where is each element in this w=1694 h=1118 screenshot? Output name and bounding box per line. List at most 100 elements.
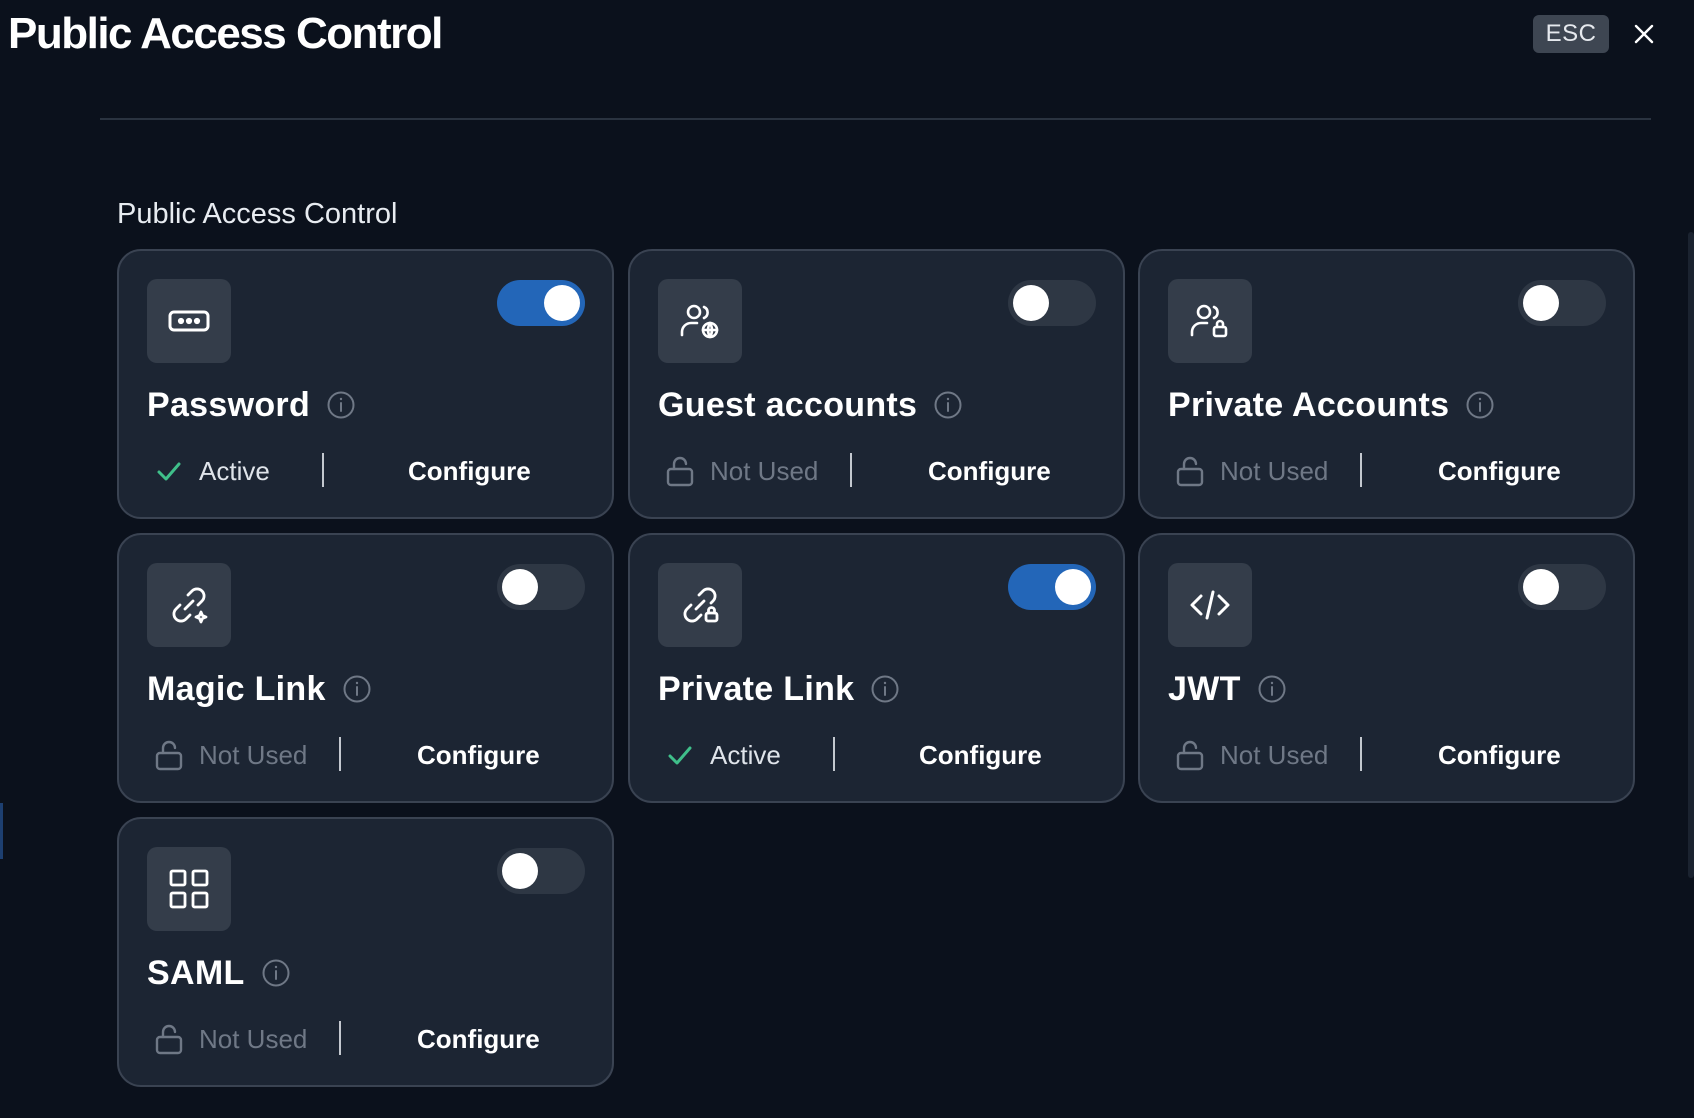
card-title: Guest accounts bbox=[658, 385, 963, 425]
info-icon[interactable] bbox=[342, 674, 372, 704]
status-separator bbox=[1360, 453, 1362, 487]
card-icon-tile bbox=[658, 563, 742, 647]
info-icon[interactable] bbox=[1257, 674, 1287, 704]
info-icon[interactable] bbox=[326, 390, 356, 420]
toggle-private-link[interactable] bbox=[1008, 564, 1096, 610]
page-title: Public Access Control bbox=[8, 9, 443, 58]
unlock-icon bbox=[1176, 740, 1204, 771]
card-name: JWT bbox=[1168, 670, 1241, 708]
configure-button[interactable]: Configure bbox=[417, 735, 540, 775]
status-active: Active bbox=[153, 451, 270, 491]
configure-button[interactable]: Configure bbox=[928, 451, 1051, 491]
auth-card-private-accounts: Private Accounts Not Used Configure bbox=[1138, 249, 1635, 519]
link-lock-icon bbox=[683, 587, 719, 623]
public-access-control-page: Public Access Control ESC Public Access … bbox=[0, 0, 1694, 1118]
status-label: Not Used bbox=[1220, 456, 1329, 486]
card-name: Private Accounts bbox=[1168, 386, 1450, 424]
status-label: Not Used bbox=[710, 456, 819, 486]
toggle-knob bbox=[1013, 285, 1049, 321]
auth-card-password: Password Active Configure bbox=[117, 249, 614, 519]
card-icon-tile bbox=[1168, 279, 1252, 363]
grid-icon bbox=[169, 869, 209, 909]
toggle-knob bbox=[502, 853, 538, 889]
configure-button[interactable]: Configure bbox=[1438, 451, 1561, 491]
status-not-used: Not Used bbox=[1174, 735, 1328, 775]
status-separator bbox=[339, 737, 341, 771]
toggle-knob bbox=[1523, 569, 1559, 605]
unlock-icon bbox=[155, 1024, 183, 1055]
info-icon[interactable] bbox=[870, 674, 900, 704]
card-title: Magic Link bbox=[147, 669, 372, 709]
unlock-icon bbox=[666, 456, 694, 487]
info-icon[interactable] bbox=[933, 390, 963, 420]
link-sparkle-icon bbox=[172, 587, 208, 624]
card-icon-tile bbox=[147, 847, 231, 931]
status-label: Not Used bbox=[199, 740, 308, 770]
toggle-saml[interactable] bbox=[497, 848, 585, 894]
card-name: Password bbox=[147, 386, 311, 424]
info-icon[interactable] bbox=[261, 958, 291, 988]
scrollbar[interactable] bbox=[1688, 232, 1694, 878]
unlock-icon bbox=[1176, 456, 1204, 487]
status-not-used: Not Used bbox=[1174, 451, 1328, 491]
left-edge-accent bbox=[0, 803, 3, 859]
status-separator bbox=[322, 453, 324, 487]
toggle-guest-accounts[interactable] bbox=[1008, 280, 1096, 326]
status-not-used: Not Used bbox=[664, 451, 818, 491]
status-not-used: Not Used bbox=[153, 735, 307, 775]
check-icon bbox=[157, 462, 181, 481]
card-title: Private Link bbox=[658, 669, 900, 709]
configure-button[interactable]: Configure bbox=[417, 1019, 540, 1059]
auth-card-magic-link: Magic Link Not Used Configure bbox=[117, 533, 614, 803]
card-title: Password bbox=[147, 385, 356, 425]
configure-button[interactable]: Configure bbox=[408, 451, 531, 491]
unlock-icon bbox=[155, 740, 183, 771]
status-label: Not Used bbox=[1220, 740, 1329, 770]
status-label: Not Used bbox=[199, 1024, 308, 1054]
toggle-knob bbox=[544, 285, 580, 321]
auth-card-saml: SAML Not Used Configure bbox=[117, 817, 614, 1087]
code-icon bbox=[1190, 590, 1230, 620]
card-icon-tile bbox=[658, 279, 742, 363]
auth-card-guest-accounts: Guest accounts Not Used Configure bbox=[628, 249, 1125, 519]
card-icon-tile bbox=[147, 279, 231, 363]
password-dots-icon bbox=[168, 310, 210, 332]
card-title: SAML bbox=[147, 953, 291, 993]
status-label: Active bbox=[199, 456, 270, 486]
auth-card-jwt: JWT Not Used Configure bbox=[1138, 533, 1635, 803]
header-divider bbox=[100, 118, 1651, 120]
card-icon-tile bbox=[147, 563, 231, 647]
toggle-password[interactable] bbox=[497, 280, 585, 326]
toggle-knob bbox=[1055, 569, 1091, 605]
user-lock-icon bbox=[1190, 304, 1228, 338]
card-name: Guest accounts bbox=[658, 386, 918, 424]
status-label: Active bbox=[710, 740, 781, 770]
status-not-used: Not Used bbox=[153, 1019, 307, 1059]
close-button[interactable] bbox=[1626, 16, 1662, 52]
card-icon-tile bbox=[1168, 563, 1252, 647]
toggle-magic-link[interactable] bbox=[497, 564, 585, 610]
toggle-knob bbox=[502, 569, 538, 605]
check-icon bbox=[668, 746, 692, 765]
section-title: Public Access Control bbox=[117, 198, 398, 230]
status-separator bbox=[833, 737, 835, 771]
configure-button[interactable]: Configure bbox=[1438, 735, 1561, 775]
toggle-knob bbox=[1523, 285, 1559, 321]
toggle-jwt[interactable] bbox=[1518, 564, 1606, 610]
card-name: Private Link bbox=[658, 670, 855, 708]
user-globe-icon bbox=[680, 304, 719, 339]
card-title: Private Accounts bbox=[1168, 385, 1495, 425]
configure-button[interactable]: Configure bbox=[919, 735, 1042, 775]
toggle-private-accounts[interactable] bbox=[1518, 280, 1606, 326]
close-icon bbox=[1634, 24, 1654, 44]
auth-card-private-link: Private Link Active Configure bbox=[628, 533, 1125, 803]
card-name: SAML bbox=[147, 954, 245, 992]
esc-key-badge[interactable]: ESC bbox=[1533, 15, 1609, 53]
info-icon[interactable] bbox=[1465, 390, 1495, 420]
status-separator bbox=[339, 1021, 341, 1055]
status-active: Active bbox=[664, 735, 781, 775]
status-separator bbox=[1360, 737, 1362, 771]
card-title: JWT bbox=[1168, 669, 1287, 709]
status-separator bbox=[850, 453, 852, 487]
card-name: Magic Link bbox=[147, 670, 326, 708]
